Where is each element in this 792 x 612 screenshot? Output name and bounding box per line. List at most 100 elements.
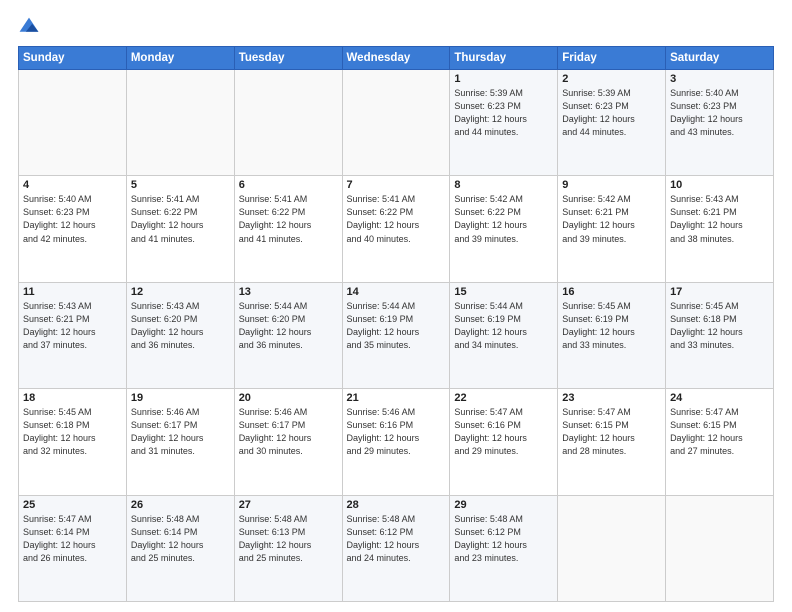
calendar-cell: 8 Sunrise: 5:42 AM Sunset: 6:22 PM Daylig… [450, 176, 558, 282]
day-number: 13 [239, 286, 338, 298]
day-info: Sunrise: 5:48 AM Sunset: 6:13 PM Dayligh… [239, 513, 338, 565]
calendar-cell: 25 Sunrise: 5:47 AM Sunset: 6:14 PM Dayli… [19, 495, 127, 601]
day-info: Sunrise: 5:41 AM Sunset: 6:22 PM Dayligh… [347, 193, 446, 245]
day-info: Sunrise: 5:48 AM Sunset: 6:12 PM Dayligh… [454, 513, 553, 565]
day-number: 24 [670, 392, 769, 404]
calendar-cell: 1 Sunrise: 5:39 AM Sunset: 6:23 PM Daylig… [450, 70, 558, 176]
day-info: Sunrise: 5:44 AM Sunset: 6:19 PM Dayligh… [347, 300, 446, 352]
col-header-friday: Friday [558, 47, 666, 70]
day-number: 5 [131, 179, 230, 191]
calendar-cell [234, 70, 342, 176]
calendar-week-row: 4 Sunrise: 5:40 AM Sunset: 6:23 PM Daylig… [19, 176, 774, 282]
calendar-cell: 15 Sunrise: 5:44 AM Sunset: 6:19 PM Dayli… [450, 282, 558, 388]
calendar-cell: 19 Sunrise: 5:46 AM Sunset: 6:17 PM Dayli… [126, 389, 234, 495]
day-info: Sunrise: 5:41 AM Sunset: 6:22 PM Dayligh… [239, 193, 338, 245]
day-number: 7 [347, 179, 446, 191]
calendar-cell: 24 Sunrise: 5:47 AM Sunset: 6:15 PM Dayli… [666, 389, 774, 495]
day-info: Sunrise: 5:47 AM Sunset: 6:15 PM Dayligh… [670, 406, 769, 458]
day-number: 12 [131, 286, 230, 298]
day-number: 26 [131, 499, 230, 511]
day-info: Sunrise: 5:44 AM Sunset: 6:19 PM Dayligh… [454, 300, 553, 352]
day-info: Sunrise: 5:42 AM Sunset: 6:21 PM Dayligh… [562, 193, 661, 245]
calendar-cell: 12 Sunrise: 5:43 AM Sunset: 6:20 PM Dayli… [126, 282, 234, 388]
calendar-cell: 13 Sunrise: 5:44 AM Sunset: 6:20 PM Dayli… [234, 282, 342, 388]
col-header-wednesday: Wednesday [342, 47, 450, 70]
day-number: 20 [239, 392, 338, 404]
day-number: 25 [23, 499, 122, 511]
day-number: 18 [23, 392, 122, 404]
day-number: 23 [562, 392, 661, 404]
calendar-week-row: 25 Sunrise: 5:47 AM Sunset: 6:14 PM Dayli… [19, 495, 774, 601]
day-info: Sunrise: 5:39 AM Sunset: 6:23 PM Dayligh… [454, 87, 553, 139]
logo-icon [18, 16, 40, 38]
day-number: 17 [670, 286, 769, 298]
day-number: 4 [23, 179, 122, 191]
day-info: Sunrise: 5:43 AM Sunset: 6:20 PM Dayligh… [131, 300, 230, 352]
calendar-cell: 29 Sunrise: 5:48 AM Sunset: 6:12 PM Dayli… [450, 495, 558, 601]
calendar-cell: 26Sunrise: 5:48 AM Sunset: 6:14 PM Dayli… [126, 495, 234, 601]
day-info: Sunrise: 5:39 AM Sunset: 6:23 PM Dayligh… [562, 87, 661, 139]
top-section [18, 16, 774, 38]
day-info: Sunrise: 5:42 AM Sunset: 6:22 PM Dayligh… [454, 193, 553, 245]
calendar-cell: 11 Sunrise: 5:43 AM Sunset: 6:21 PM Dayli… [19, 282, 127, 388]
day-info: Sunrise: 5:41 AM Sunset: 6:22 PM Dayligh… [131, 193, 230, 245]
calendar-cell: 5 Sunrise: 5:41 AM Sunset: 6:22 PM Daylig… [126, 176, 234, 282]
calendar-cell: 10Sunrise: 5:43 AM Sunset: 6:21 PM Dayli… [666, 176, 774, 282]
calendar-cell [558, 495, 666, 601]
col-header-thursday: Thursday [450, 47, 558, 70]
calendar-cell: 23 Sunrise: 5:47 AM Sunset: 6:15 PM Dayli… [558, 389, 666, 495]
col-header-tuesday: Tuesday [234, 47, 342, 70]
col-header-monday: Monday [126, 47, 234, 70]
day-info: Sunrise: 5:48 AM Sunset: 6:12 PM Dayligh… [347, 513, 446, 565]
calendar-cell: 6 Sunrise: 5:41 AM Sunset: 6:22 PM Daylig… [234, 176, 342, 282]
calendar-cell: 9 Sunrise: 5:42 AM Sunset: 6:21 PM Daylig… [558, 176, 666, 282]
day-info: Sunrise: 5:45 AM Sunset: 6:18 PM Dayligh… [670, 300, 769, 352]
calendar-table: SundayMondayTuesdayWednesdayThursdayFrid… [18, 46, 774, 602]
logo [18, 16, 42, 38]
calendar-cell [126, 70, 234, 176]
day-info: Sunrise: 5:43 AM Sunset: 6:21 PM Dayligh… [23, 300, 122, 352]
day-number: 14 [347, 286, 446, 298]
calendar-cell [19, 70, 127, 176]
calendar-cell: 7 Sunrise: 5:41 AM Sunset: 6:22 PM Daylig… [342, 176, 450, 282]
calendar-cell: 18 Sunrise: 5:45 AM Sunset: 6:18 PM Dayli… [19, 389, 127, 495]
calendar-week-row: 11 Sunrise: 5:43 AM Sunset: 6:21 PM Dayli… [19, 282, 774, 388]
day-info: Sunrise: 5:45 AM Sunset: 6:19 PM Dayligh… [562, 300, 661, 352]
day-info: Sunrise: 5:47 AM Sunset: 6:15 PM Dayligh… [562, 406, 661, 458]
calendar-cell: 28Sunrise: 5:48 AM Sunset: 6:12 PM Dayli… [342, 495, 450, 601]
calendar-cell: 17 Sunrise: 5:45 AM Sunset: 6:18 PM Dayli… [666, 282, 774, 388]
day-number: 29 [454, 499, 553, 511]
day-number: 8 [454, 179, 553, 191]
calendar-cell: 27Sunrise: 5:48 AM Sunset: 6:13 PM Dayli… [234, 495, 342, 601]
col-header-saturday: Saturday [666, 47, 774, 70]
day-info: Sunrise: 5:47 AM Sunset: 6:14 PM Dayligh… [23, 513, 122, 565]
day-info: Sunrise: 5:44 AM Sunset: 6:20 PM Dayligh… [239, 300, 338, 352]
calendar-week-row: 18 Sunrise: 5:45 AM Sunset: 6:18 PM Dayli… [19, 389, 774, 495]
day-number: 2 [562, 73, 661, 85]
calendar-cell: 4 Sunrise: 5:40 AM Sunset: 6:23 PM Daylig… [19, 176, 127, 282]
calendar-cell [342, 70, 450, 176]
calendar-header-row: SundayMondayTuesdayWednesdayThursdayFrid… [19, 47, 774, 70]
day-number: 21 [347, 392, 446, 404]
day-info: Sunrise: 5:46 AM Sunset: 6:16 PM Dayligh… [347, 406, 446, 458]
col-header-sunday: Sunday [19, 47, 127, 70]
day-info: Sunrise: 5:40 AM Sunset: 6:23 PM Dayligh… [23, 193, 122, 245]
day-number: 3 [670, 73, 769, 85]
calendar-cell: 3 Sunrise: 5:40 AM Sunset: 6:23 PM Daylig… [666, 70, 774, 176]
day-number: 6 [239, 179, 338, 191]
day-number: 15 [454, 286, 553, 298]
day-info: Sunrise: 5:40 AM Sunset: 6:23 PM Dayligh… [670, 87, 769, 139]
day-info: Sunrise: 5:46 AM Sunset: 6:17 PM Dayligh… [239, 406, 338, 458]
day-info: Sunrise: 5:45 AM Sunset: 6:18 PM Dayligh… [23, 406, 122, 458]
day-info: Sunrise: 5:46 AM Sunset: 6:17 PM Dayligh… [131, 406, 230, 458]
calendar-cell: 21 Sunrise: 5:46 AM Sunset: 6:16 PM Dayli… [342, 389, 450, 495]
day-number: 9 [562, 179, 661, 191]
day-number: 19 [131, 392, 230, 404]
calendar-cell: 2 Sunrise: 5:39 AM Sunset: 6:23 PM Daylig… [558, 70, 666, 176]
page: SundayMondayTuesdayWednesdayThursdayFrid… [0, 0, 792, 612]
day-number: 11 [23, 286, 122, 298]
calendar-week-row: 1 Sunrise: 5:39 AM Sunset: 6:23 PM Daylig… [19, 70, 774, 176]
day-info: Sunrise: 5:47 AM Sunset: 6:16 PM Dayligh… [454, 406, 553, 458]
day-number: 1 [454, 73, 553, 85]
day-info: Sunrise: 5:43 AM Sunset: 6:21 PM Dayligh… [670, 193, 769, 245]
